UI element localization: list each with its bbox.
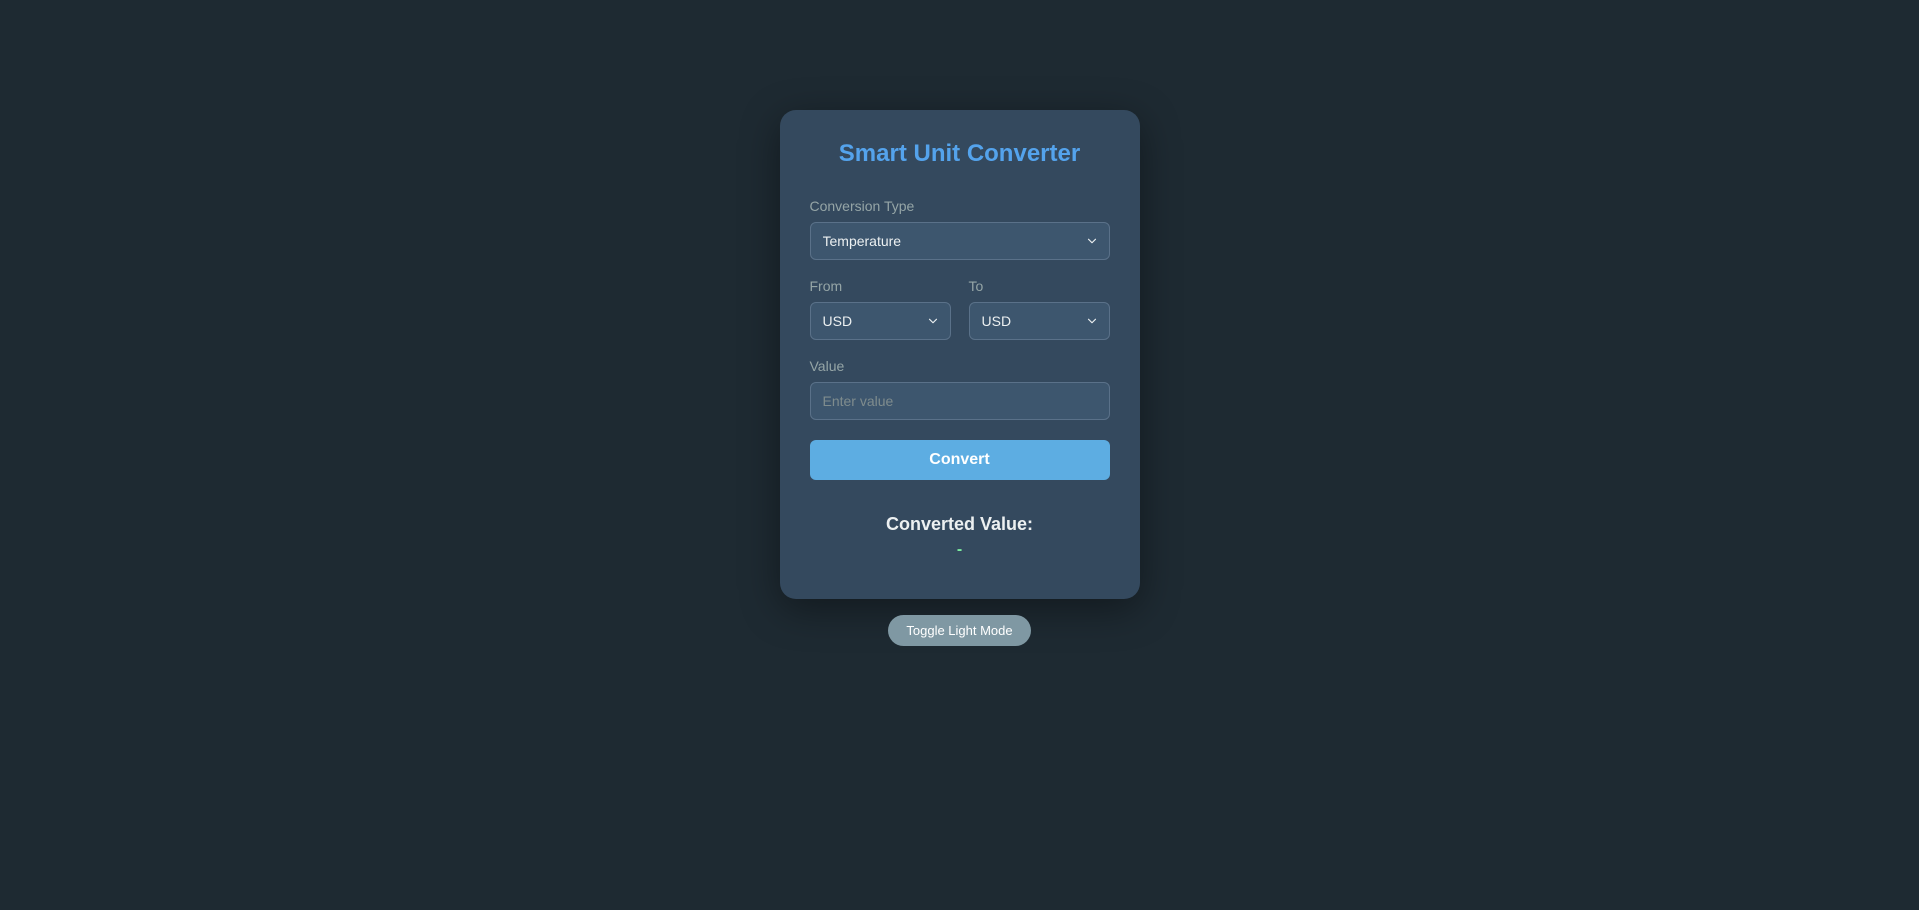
result-value: -: [810, 541, 1110, 559]
toggle-mode-button[interactable]: Toggle Light Mode: [888, 615, 1030, 646]
from-label: From: [810, 278, 951, 294]
to-group: To USD: [969, 278, 1110, 340]
to-label: To: [969, 278, 1110, 294]
value-group: Value: [810, 358, 1110, 420]
value-label: Value: [810, 358, 1110, 374]
conversion-type-label: Conversion Type: [810, 198, 1110, 214]
result-label: Converted Value:: [810, 514, 1110, 535]
from-to-row: From USD To USD: [810, 278, 1110, 358]
convert-button[interactable]: Convert: [810, 440, 1110, 480]
app-title: Smart Unit Converter: [810, 140, 1110, 168]
converter-card: Smart Unit Converter Conversion Type Tem…: [780, 110, 1140, 599]
conversion-type-select[interactable]: Temperature: [810, 222, 1110, 260]
from-group: From USD: [810, 278, 951, 340]
to-select[interactable]: USD: [969, 302, 1110, 340]
from-select[interactable]: USD: [810, 302, 951, 340]
conversion-type-group: Conversion Type Temperature: [810, 198, 1110, 260]
value-input[interactable]: [810, 382, 1110, 420]
